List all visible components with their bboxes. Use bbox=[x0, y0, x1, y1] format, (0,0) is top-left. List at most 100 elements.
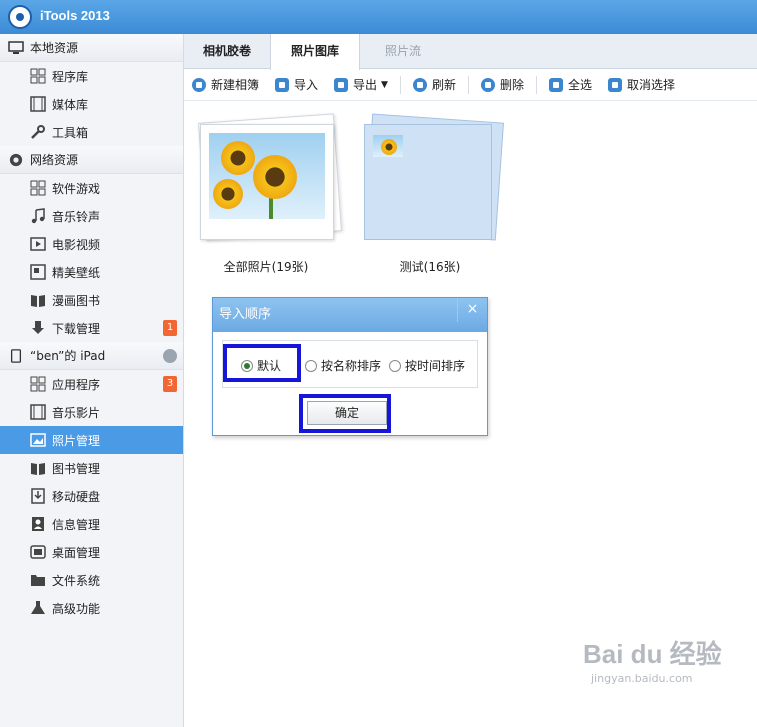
sidebar-item-mobile-drive[interactable]: 移动硬盘 bbox=[0, 482, 183, 510]
tab-photo-stream[interactable]: 照片流 bbox=[360, 34, 446, 69]
toolbar: 新建相簿 导入 导出 ▼ 刷新 删除 全选 取消选择 bbox=[184, 69, 757, 101]
radio-button[interactable] bbox=[305, 359, 317, 372]
tab-photo-library[interactable]: 照片图库 bbox=[270, 34, 360, 70]
sidebar-section-label: “ben”的 iPad bbox=[30, 349, 106, 363]
sidebar-item-advanced[interactable]: 高级功能 bbox=[0, 594, 183, 622]
baidu-watermark: Bai du 经验 jingyan.baidu.com bbox=[583, 634, 723, 694]
sidebar-item-applications[interactable]: 应用程序 3 bbox=[0, 370, 183, 398]
import-order-dialog: 导入顺序 × 默认 按名称排序 按时间排序 确定 bbox=[212, 297, 488, 436]
sidebar-item-media-library[interactable]: 媒体库 bbox=[0, 90, 183, 118]
film-icon bbox=[30, 96, 46, 112]
sidebar-item-toolbox[interactable]: 工具箱 bbox=[0, 118, 183, 146]
sidebar-item-label: 精美壁纸 bbox=[52, 265, 101, 280]
sidebar-item-file-system[interactable]: 文件系统 bbox=[0, 566, 183, 594]
sidebar: 本地资源 程序库 媒体库 工具箱 网络资源 软件游戏 音乐铃声 电影视频 精美壁… bbox=[0, 34, 184, 727]
radio-label: 按名称排序 bbox=[321, 359, 382, 373]
monitor-icon bbox=[8, 40, 24, 54]
new-album-button[interactable]: 新建相簿 bbox=[192, 76, 259, 93]
sidebar-section-local[interactable]: 本地资源 bbox=[0, 34, 183, 62]
sidebar-item-label: 下载管理 bbox=[52, 321, 101, 336]
sidebar-section-ipad[interactable]: “ben”的 iPad bbox=[0, 342, 183, 370]
sidebar-item-movies-video[interactable]: 电影视频 bbox=[0, 230, 183, 258]
sidebar-item-music-movies[interactable]: 音乐影片 bbox=[0, 398, 183, 426]
import-button[interactable]: 导入 bbox=[275, 76, 318, 93]
radio-by-time[interactable]: 按时间排序 bbox=[389, 357, 465, 374]
sidebar-item-label: 音乐影片 bbox=[52, 405, 101, 420]
refresh-label: 刷新 bbox=[431, 78, 456, 92]
radio-by-name[interactable]: 按名称排序 bbox=[305, 357, 381, 374]
refresh-button[interactable]: 刷新 bbox=[412, 76, 456, 93]
sidebar-item-label: 媒体库 bbox=[52, 97, 89, 112]
sunflower bbox=[253, 155, 297, 199]
sidebar-item-label: 应用程序 bbox=[52, 377, 101, 392]
sunflower-thumbnail bbox=[373, 135, 403, 157]
watermark-brand: Bai du 经验 bbox=[583, 639, 722, 669]
film-icon bbox=[30, 404, 46, 420]
sidebar-item-music-ringtones[interactable]: 音乐铃声 bbox=[0, 202, 183, 230]
sidebar-item-wallpapers[interactable]: 精美壁纸 bbox=[0, 258, 183, 286]
refresh-icon bbox=[412, 77, 427, 92]
tab-bar: 相机胶卷 照片图库 照片流 bbox=[184, 34, 757, 70]
sidebar-item-photo-manager[interactable]: 照片管理 bbox=[0, 426, 183, 454]
new-album-label: 新建相簿 bbox=[211, 78, 260, 92]
wallpaper-icon bbox=[30, 264, 46, 280]
sidebar-item-info-manager[interactable]: 信息管理 bbox=[0, 510, 183, 538]
toolbar-divider bbox=[399, 75, 401, 94]
grid-icon bbox=[30, 180, 46, 196]
tab-camera-roll[interactable]: 相机胶卷 bbox=[184, 34, 270, 69]
delete-label: 删除 bbox=[499, 78, 524, 92]
sidebar-item-label: 图书管理 bbox=[52, 461, 101, 476]
select-all-label: 全选 bbox=[568, 78, 593, 92]
music-icon bbox=[31, 208, 45, 224]
sidebar-item-label: 移动硬盘 bbox=[52, 489, 101, 504]
close-icon[interactable]: × bbox=[457, 298, 487, 322]
photo-icon bbox=[30, 433, 46, 447]
export-button[interactable]: 导出 ▼ bbox=[334, 76, 388, 93]
radio-button[interactable] bbox=[389, 359, 401, 372]
select-all-button[interactable]: 全选 bbox=[549, 76, 592, 93]
sidebar-item-label: 文件系统 bbox=[52, 573, 101, 588]
sidebar-item-label: 软件游戏 bbox=[52, 181, 101, 196]
export-icon bbox=[334, 77, 349, 92]
sunflower bbox=[221, 141, 255, 175]
chevron-down-icon[interactable]: ▼ bbox=[381, 80, 388, 90]
deselect-label: 取消选择 bbox=[627, 78, 676, 92]
highlight-box bbox=[299, 394, 391, 433]
sidebar-item-desktop-manager[interactable]: 桌面管理 bbox=[0, 538, 183, 566]
sidebar-item-label: 音乐铃声 bbox=[52, 209, 101, 224]
delete-button[interactable]: 删除 bbox=[480, 76, 524, 93]
album-test[interactable]: 测试(16张) bbox=[360, 112, 510, 282]
contacts-icon bbox=[32, 517, 44, 531]
folder-icon bbox=[31, 575, 45, 586]
sidebar-item-program-library[interactable]: 程序库 bbox=[0, 62, 183, 90]
album-label: 测试(16张) bbox=[399, 260, 461, 274]
sidebar-item-label: 信息管理 bbox=[52, 517, 101, 532]
toolbar-divider bbox=[467, 75, 469, 94]
import-label: 导入 bbox=[294, 78, 319, 92]
ipad-icon bbox=[10, 348, 22, 363]
sidebar-item-download-manager[interactable]: 下载管理 1 bbox=[0, 314, 183, 342]
sidebar-item-label: 漫画图书 bbox=[52, 293, 101, 308]
flask-icon bbox=[31, 601, 45, 614]
import-icon bbox=[275, 77, 290, 92]
title-bar: iTools 2013 bbox=[0, 0, 757, 34]
download-icon bbox=[32, 321, 44, 334]
deselect-button[interactable]: 取消选择 bbox=[608, 76, 675, 93]
sidebar-item-comics-books[interactable]: 漫画图书 bbox=[0, 286, 183, 314]
grid-icon bbox=[30, 376, 46, 392]
globe-icon bbox=[9, 153, 23, 166]
book-icon bbox=[31, 295, 45, 307]
dialog-title: 导入顺序 bbox=[219, 307, 272, 322]
sidebar-item-label: 桌面管理 bbox=[52, 545, 101, 560]
toolbar-divider bbox=[536, 75, 537, 94]
new-album-icon bbox=[192, 77, 206, 92]
radio-label: 按时间排序 bbox=[405, 359, 466, 373]
sidebar-item-book-manager[interactable]: 图书管理 bbox=[0, 454, 183, 482]
album-all-photos[interactable]: 全部照片(19张) bbox=[196, 112, 346, 282]
sidebar-section-network[interactable]: 网络资源 bbox=[0, 146, 183, 174]
eject-icon[interactable] bbox=[163, 349, 177, 363]
watermark-url: jingyan.baidu.com bbox=[591, 672, 693, 685]
sidebar-item-software-games[interactable]: 软件游戏 bbox=[0, 174, 183, 202]
video-icon bbox=[30, 237, 46, 251]
deselect-icon bbox=[608, 77, 623, 92]
